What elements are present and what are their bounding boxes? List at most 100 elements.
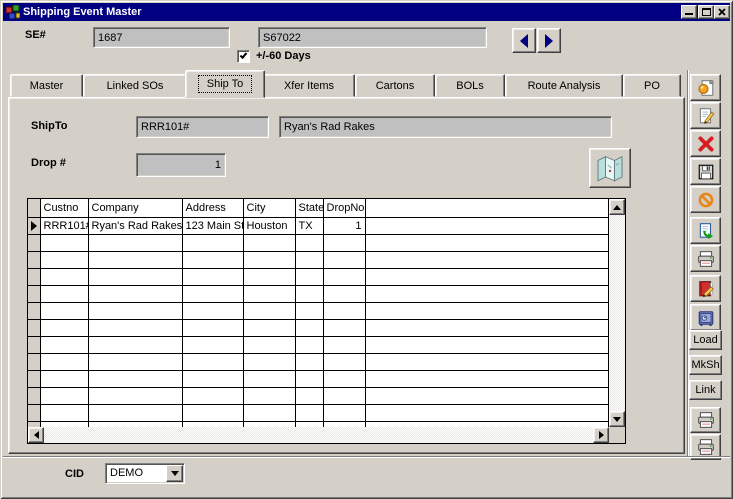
- sticky-note-button[interactable]: [690, 74, 721, 101]
- prev-record-button[interactable]: [512, 28, 536, 53]
- table-row[interactable]: [28, 285, 609, 302]
- se-id-field[interactable]: [93, 27, 230, 48]
- cell-company[interactable]: [88, 336, 182, 353]
- cell-company[interactable]: Ryan's Rad Rakes: [88, 217, 182, 234]
- column-header-state[interactable]: State: [295, 199, 323, 217]
- cell-state[interactable]: [295, 404, 323, 421]
- cell-custno[interactable]: [40, 302, 88, 319]
- cell-dropno[interactable]: [323, 234, 365, 251]
- cell-address[interactable]: [182, 234, 243, 251]
- save-button[interactable]: [690, 158, 721, 185]
- cell-custno[interactable]: [40, 353, 88, 370]
- cell-dropno[interactable]: [323, 387, 365, 404]
- row-selector[interactable]: [28, 353, 40, 370]
- cell-dropno[interactable]: [323, 285, 365, 302]
- column-header-custno[interactable]: Custno: [40, 199, 88, 217]
- row-selector[interactable]: [28, 387, 40, 404]
- cell-company[interactable]: [88, 319, 182, 336]
- cell-company[interactable]: [88, 302, 182, 319]
- minimize-button[interactable]: [681, 5, 697, 19]
- table-row[interactable]: [28, 251, 609, 268]
- print-button[interactable]: [690, 245, 721, 272]
- table-row[interactable]: [28, 268, 609, 285]
- cell-address[interactable]: [182, 251, 243, 268]
- close-button[interactable]: [714, 5, 730, 19]
- row-selector[interactable]: [28, 370, 40, 387]
- column-header-company[interactable]: Company: [88, 199, 182, 217]
- column-header-address[interactable]: Address: [182, 199, 243, 217]
- days-range-checkbox[interactable]: [237, 50, 250, 63]
- cell-custno[interactable]: [40, 370, 88, 387]
- cell-address[interactable]: [182, 285, 243, 302]
- cell-company[interactable]: [88, 404, 182, 421]
- cell-dropno[interactable]: [323, 251, 365, 268]
- shipto-custno-field[interactable]: [136, 116, 269, 138]
- map-button[interactable]: [589, 148, 631, 188]
- maximize-button[interactable]: [698, 5, 714, 19]
- safe-button[interactable]: [690, 304, 721, 331]
- next-record-button[interactable]: [537, 28, 561, 53]
- shipto-company-field[interactable]: [279, 116, 612, 138]
- cid-dropdown[interactable]: DEMO: [105, 463, 185, 484]
- cell-address[interactable]: [182, 353, 243, 370]
- cell-state[interactable]: [295, 387, 323, 404]
- cid-dropdown-button[interactable]: [166, 465, 183, 482]
- grid-horizontal-scrollbar[interactable]: [28, 427, 609, 443]
- cell-address[interactable]: [182, 336, 243, 353]
- cancel-button[interactable]: [690, 186, 721, 213]
- cell-city[interactable]: [243, 319, 295, 336]
- cell-dropno[interactable]: [323, 353, 365, 370]
- cell-state[interactable]: [295, 285, 323, 302]
- cell-dropno[interactable]: [323, 268, 365, 285]
- grid-vertical-scrollbar[interactable]: [609, 199, 625, 427]
- load-button[interactable]: Load: [689, 330, 722, 350]
- cell-city[interactable]: [243, 370, 295, 387]
- row-selector[interactable]: [28, 234, 40, 251]
- cell-address[interactable]: [182, 302, 243, 319]
- cell-custno[interactable]: [40, 251, 88, 268]
- cell-custno[interactable]: [40, 336, 88, 353]
- cell-city[interactable]: [243, 285, 295, 302]
- scroll-right-button[interactable]: [593, 427, 609, 443]
- cell-custno[interactable]: [40, 319, 88, 336]
- cell-city[interactable]: [243, 336, 295, 353]
- mksh-button[interactable]: MkSh: [689, 355, 722, 375]
- cell-city[interactable]: [243, 302, 295, 319]
- cell-custno[interactable]: [40, 404, 88, 421]
- se-code-field[interactable]: [258, 27, 487, 48]
- cell-address[interactable]: 123 Main St.: [182, 217, 243, 234]
- row-selector[interactable]: [28, 404, 40, 421]
- table-row[interactable]: [28, 319, 609, 336]
- row-selector[interactable]: [28, 336, 40, 353]
- cell-company[interactable]: [88, 285, 182, 302]
- cell-state[interactable]: [295, 319, 323, 336]
- cell-state[interactable]: [295, 251, 323, 268]
- cell-city[interactable]: [243, 251, 295, 268]
- cell-state[interactable]: [295, 336, 323, 353]
- row-selector[interactable]: [28, 285, 40, 302]
- cell-custno[interactable]: RRR101#: [40, 217, 88, 234]
- cell-state[interactable]: [295, 353, 323, 370]
- tab-bols[interactable]: BOLs: [435, 74, 505, 97]
- cell-company[interactable]: [88, 370, 182, 387]
- print-report-button[interactable]: [690, 407, 721, 433]
- cell-state[interactable]: [295, 268, 323, 285]
- cell-company[interactable]: [88, 251, 182, 268]
- cell-state[interactable]: [295, 370, 323, 387]
- cell-address[interactable]: [182, 319, 243, 336]
- cell-address[interactable]: [182, 268, 243, 285]
- row-selector[interactable]: [28, 251, 40, 268]
- table-row[interactable]: [28, 336, 609, 353]
- cell-city[interactable]: [243, 387, 295, 404]
- delete-button[interactable]: [690, 130, 721, 157]
- row-selector[interactable]: [28, 268, 40, 285]
- cell-address[interactable]: [182, 370, 243, 387]
- cell-custno[interactable]: [40, 234, 88, 251]
- tab-route-analysis[interactable]: Route Analysis: [505, 74, 623, 97]
- scroll-down-button[interactable]: [609, 411, 625, 427]
- table-row[interactable]: RRR101#Ryan's Rad Rakes123 Main St.Houst…: [28, 217, 609, 234]
- tab-linked-sos[interactable]: Linked SOs: [83, 74, 187, 97]
- table-row[interactable]: [28, 370, 609, 387]
- log-book-button[interactable]: [690, 275, 721, 302]
- cell-custno[interactable]: [40, 268, 88, 285]
